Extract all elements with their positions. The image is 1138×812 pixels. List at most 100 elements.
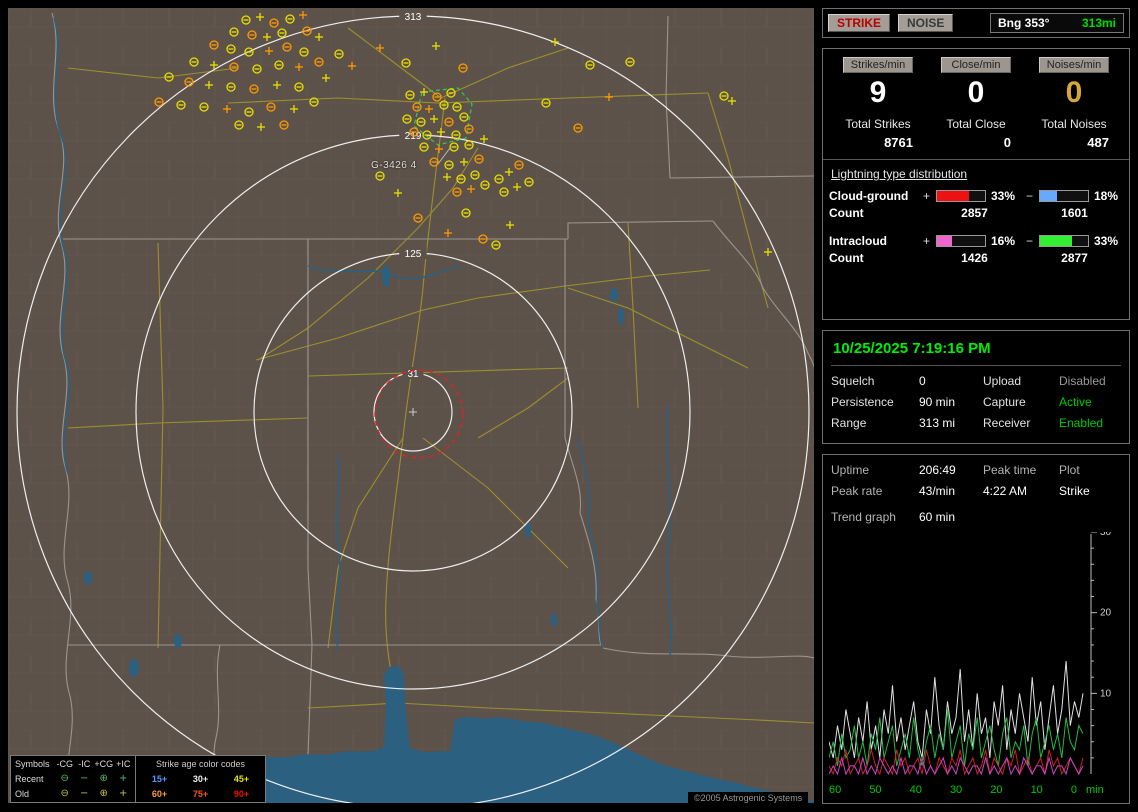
trend-chart: 10 20 30 60 50 40 30 20 10 0 min <box>828 527 1123 796</box>
minus-sign: − <box>1026 234 1034 248</box>
y-tick-label: 30 <box>1100 532 1112 538</box>
copyright-text: ©2005 Astrogenic Systems <box>688 792 809 804</box>
plot-value: Strike <box>1059 484 1090 498</box>
x-tick-label: 20 <box>990 784 1003 796</box>
symbol-legend: Symbols -CG -IC +CG +IC Recent ⊖ − ⊕ + O… <box>11 756 135 802</box>
cg-minus-bar <box>1039 190 1089 202</box>
peak-time-label: Peak time <box>983 463 1037 477</box>
cg-count-label: Count <box>829 206 864 220</box>
x-tick-label: 10 <box>1030 784 1043 796</box>
age-75: 75+ <box>192 788 209 799</box>
county-grid <box>8 8 814 803</box>
receiver-status: Enabled <box>1059 416 1104 430</box>
x-axis-unit: min <box>1086 784 1104 796</box>
squelch-value: 0 <box>919 374 926 388</box>
peak-rate-label: Peak rate <box>831 484 883 498</box>
datetime-display: 10/25/2025 7:19:16 PM <box>831 337 1121 366</box>
x-tick-label: 50 <box>869 784 882 796</box>
trend-graph-label: Trend graph <box>831 510 896 524</box>
receiver-label: Receiver <box>983 416 1031 430</box>
plot-label: Plot <box>1059 463 1080 477</box>
cloud-ground-label: Cloud-ground <box>829 189 909 203</box>
total-noises-value: 487 <box>1087 135 1109 150</box>
trend-graph-window: 60 min <box>919 510 956 524</box>
x-tick-label: 60 <box>829 784 842 796</box>
age-90: 90+ <box>233 788 250 799</box>
age-60: 60+ <box>151 788 168 799</box>
distribution-grid: Cloud-ground + 33% − 18% Count 2857 1601… <box>829 189 1123 265</box>
y-tick-label: 20 <box>1100 608 1112 619</box>
trend-x-axis: 60 50 40 30 20 10 0 min <box>829 784 1123 796</box>
ring-label: 125 <box>405 249 422 260</box>
map-canvas[interactable]: 31125219313 <box>8 8 814 803</box>
lightning-map[interactable]: 31 125 219 313 G-3426 4 Symbols -CG -IC +C <box>8 8 814 803</box>
legend-header: Symbols <box>15 759 50 770</box>
cg-plus-pct: 33% <box>991 189 1016 203</box>
ic-plus-pct: 16% <box>991 234 1016 248</box>
trend-series-cloud-ground-positive <box>828 747 1084 776</box>
persistence-value: 90 min <box>919 395 956 409</box>
recent-pos-ic-icon: + <box>119 772 128 784</box>
x-tick-label: 30 <box>949 784 963 796</box>
recent-neg-ic-icon: − <box>80 772 89 784</box>
trend-header: Trend graph 60 min <box>829 510 1123 524</box>
clock-settings-panel: 10/25/2025 7:19:16 PM Squelch 0 Upload D… <box>822 330 1130 444</box>
plus-sign: + <box>923 234 931 248</box>
close-per-min-header[interactable]: Close/min <box>941 57 1011 73</box>
cg-minus-count: 1601 <box>1061 206 1088 220</box>
peak-rate-value: 43/min <box>919 484 956 498</box>
recent-neg-cg-icon: ⊖ <box>60 772 69 784</box>
strike-indicator[interactable]: STRIKE <box>828 14 891 32</box>
ic-minus-pct: 33% <box>1094 234 1119 248</box>
noise-indicator[interactable]: NOISE <box>898 14 954 32</box>
cg-minus-pct: 18% <box>1094 189 1119 203</box>
x-tick-label: 0 <box>1070 784 1077 796</box>
x-tick-labels: 60 50 40 30 20 10 0 <box>829 784 1077 796</box>
bearing-value: Bng 353° <box>998 16 1050 30</box>
bearing-display: Bng 353° 313mi <box>990 13 1124 33</box>
total-strikes-value: 8761 <box>884 135 913 150</box>
stats-grid: Uptime 206:49 Peak time Plot Peak rate 4… <box>829 463 1123 498</box>
squelch-label: Squelch <box>831 374 875 388</box>
map-legend: Symbols -CG -IC +CG +IC Recent ⊖ − ⊕ + O… <box>10 755 266 803</box>
x-tick-label: 40 <box>909 784 922 796</box>
uptime-value: 206:49 <box>919 463 956 477</box>
uptime-label: Uptime <box>831 463 870 477</box>
storm-cell-label: G-3426 4 <box>371 160 417 171</box>
total-noises-label: Total Noises <box>1041 117 1107 131</box>
close-per-min-value: 0 <box>967 76 985 109</box>
cg-plus-count: 2857 <box>961 206 988 220</box>
panel-divider <box>823 159 1129 160</box>
nexstorm-window: 31 125 219 313 G-3426 4 Symbols -CG -IC +C <box>0 0 1138 812</box>
settings-grid: Squelch 0 Upload Disabled Persistence 90… <box>831 374 1121 430</box>
strikes-per-min-header[interactable]: Strikes/min <box>843 57 913 73</box>
noises-per-min-value: 0 <box>1065 76 1083 109</box>
range-value: 313 mi <box>919 416 956 430</box>
old-pos-cg-icon: ⊕ <box>99 787 108 799</box>
persistence-label: Persistence <box>831 395 894 409</box>
total-close-label: Total Close <box>946 117 1006 131</box>
range-label: Range <box>831 416 867 430</box>
age-30: 30+ <box>192 773 209 784</box>
ring-label: 313 <box>405 12 422 23</box>
noises-per-min-header[interactable]: Noises/min <box>1039 57 1109 73</box>
legend-row-recent: Recent <box>15 773 44 784</box>
old-pos-ic-icon: + <box>119 787 128 799</box>
ic-minus-count: 2877 <box>1061 251 1088 265</box>
indicator-bar: STRIKE NOISE Bng 353° 313mi <box>822 8 1130 38</box>
age-legend-title: Strike age color codes <box>155 759 246 770</box>
age-45: 45+ <box>233 773 250 784</box>
capture-status: Active <box>1059 395 1092 409</box>
status-sidebar: STRIKE NOISE Bng 353° 313mi Strikes/min … <box>822 8 1130 804</box>
intracloud-label: Intracloud <box>829 234 888 248</box>
bearing-range-value: 313mi <box>1081 16 1116 30</box>
y-tick-label: 10 <box>1100 688 1112 699</box>
distribution-title: Lightning type distribution <box>831 167 968 181</box>
ic-count-label: Count <box>829 251 864 265</box>
legend-row-old: Old <box>15 788 30 799</box>
ic-plus-bar <box>936 235 986 247</box>
capture-label: Capture <box>983 395 1026 409</box>
upload-label: Upload <box>983 374 1022 388</box>
rates-panel: Strikes/min Close/min Noises/min 9 0 0 T… <box>822 48 1130 320</box>
